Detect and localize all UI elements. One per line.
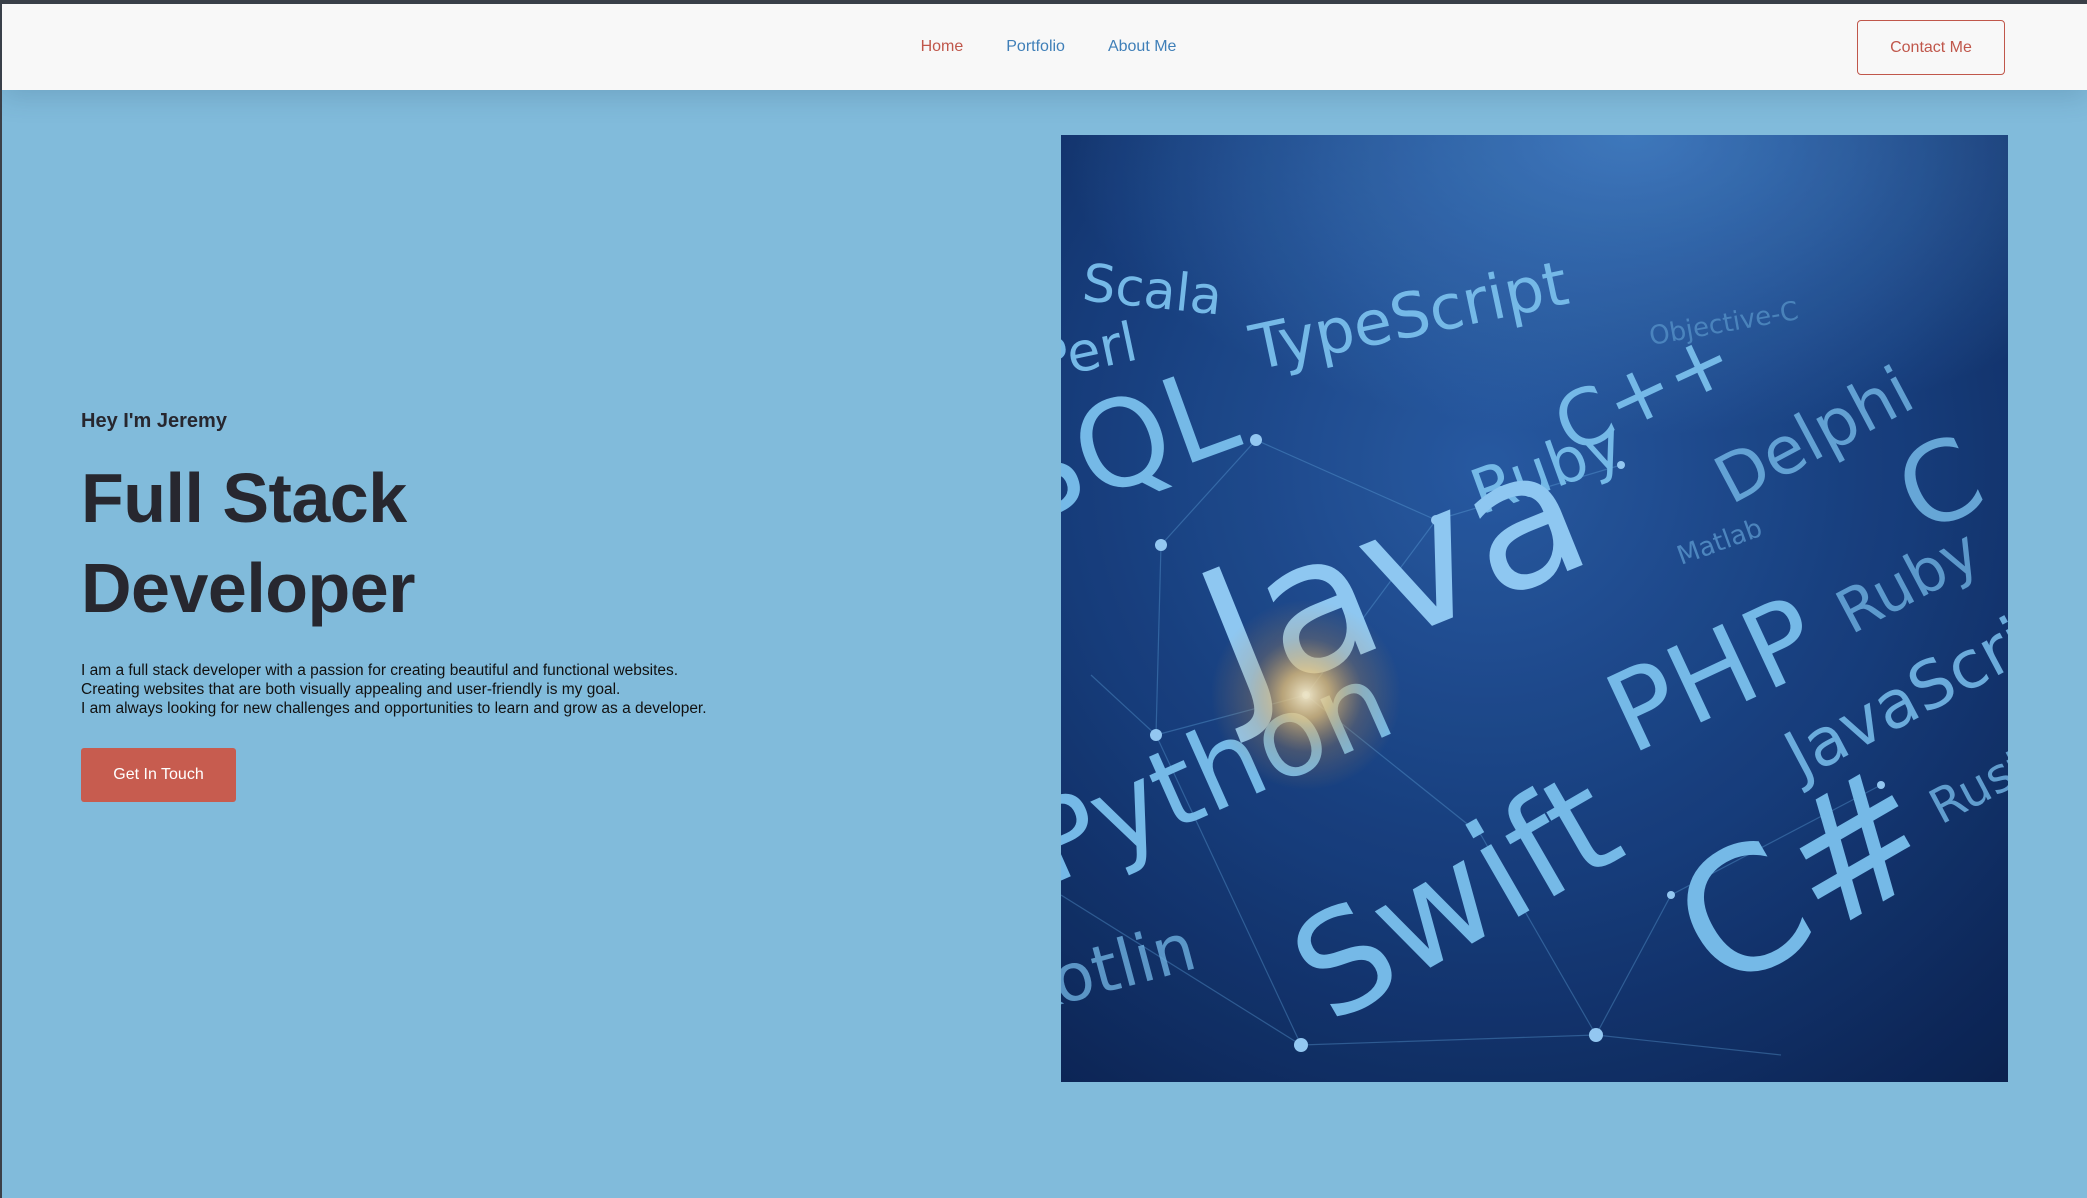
headline-line-2: Developer xyxy=(81,549,415,627)
intro-line-1: I am a full stack developer with a passi… xyxy=(81,662,679,679)
nav-portfolio-link[interactable]: Portfolio xyxy=(1006,38,1065,56)
intro-line-3: I am always looking for new challenges a… xyxy=(81,700,707,717)
nav-about-link[interactable]: About Me xyxy=(1108,38,1176,56)
site-header: Home Portfolio About Me Contact Me xyxy=(2,4,2087,90)
hero-greeting: Hey I'm Jeremy xyxy=(81,410,227,432)
contact-me-button[interactable]: Contact Me xyxy=(1857,20,2005,75)
main-nav: Home Portfolio About Me xyxy=(2,4,2087,90)
hero-headline: Full Stack Developer xyxy=(81,453,841,633)
hero-image-programming-languages: Scala Perl TypeScript Objective-C C++ SQ… xyxy=(1061,135,2008,1082)
window-left-border xyxy=(0,0,2,1198)
nav-home-link[interactable]: Home xyxy=(921,38,964,56)
intro-line-2: Creating websites that are both visually… xyxy=(81,681,621,698)
hero-intro: I am a full stack developer with a passi… xyxy=(81,661,841,718)
headline-line-1: Full Stack xyxy=(81,459,407,537)
hero-section: Hey I'm Jeremy Full Stack Developer I am… xyxy=(81,410,841,802)
get-in-touch-button[interactable]: Get In Touch xyxy=(81,748,236,802)
